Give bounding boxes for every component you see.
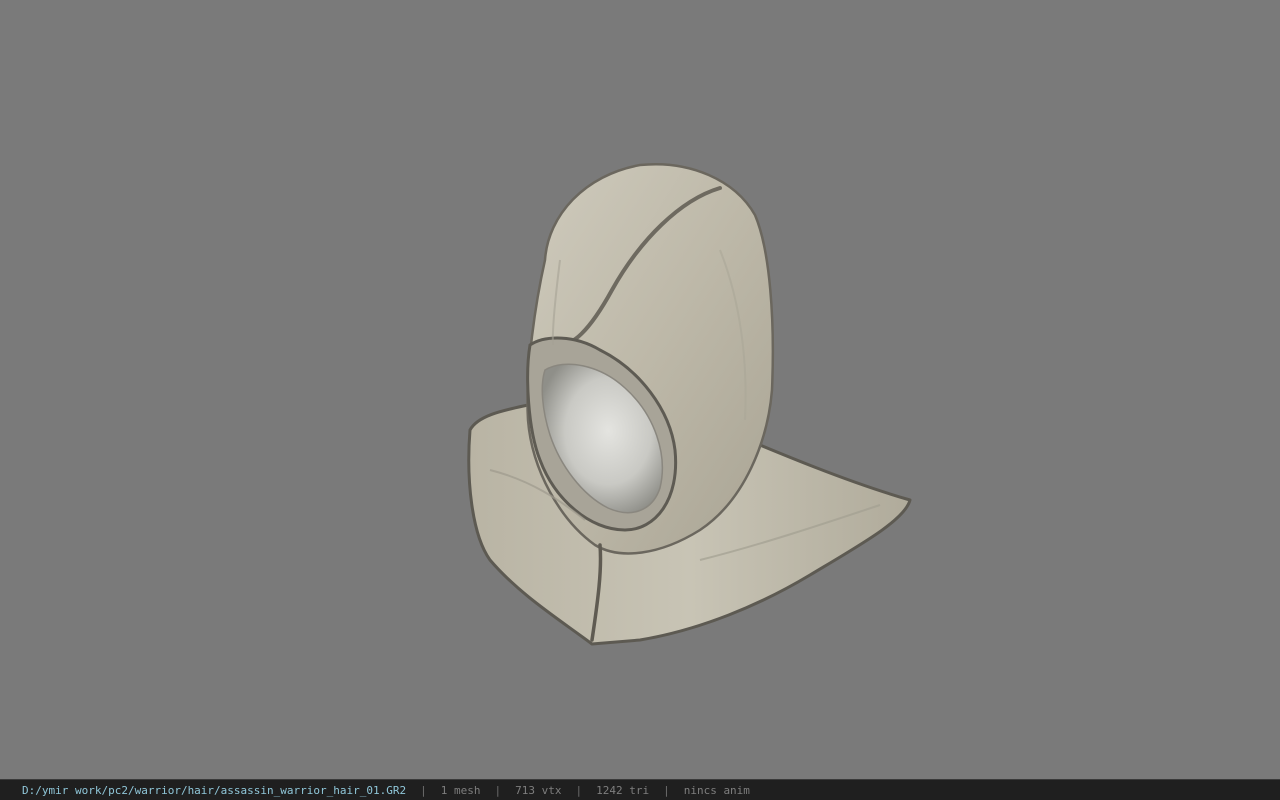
vertex-count: 713 vtx <box>515 783 562 797</box>
anim-status: nincs anim <box>683 783 750 797</box>
hood-model <box>467 163 912 646</box>
mesh-count: 1 mesh <box>440 783 481 797</box>
triangle-count: 1242 tri <box>596 783 650 797</box>
separator: | <box>420 783 427 797</box>
separator: | <box>575 783 583 797</box>
separator: | <box>663 783 670 797</box>
file-path: D:/ymir work/pc2/warrior/hair/assassin_w… <box>22 783 407 797</box>
3d-viewport[interactable] <box>0 0 1280 779</box>
separator: | <box>494 783 502 797</box>
status-bar: D:/ymir work/pc2/warrior/hair/assassin_w… <box>0 779 1280 800</box>
